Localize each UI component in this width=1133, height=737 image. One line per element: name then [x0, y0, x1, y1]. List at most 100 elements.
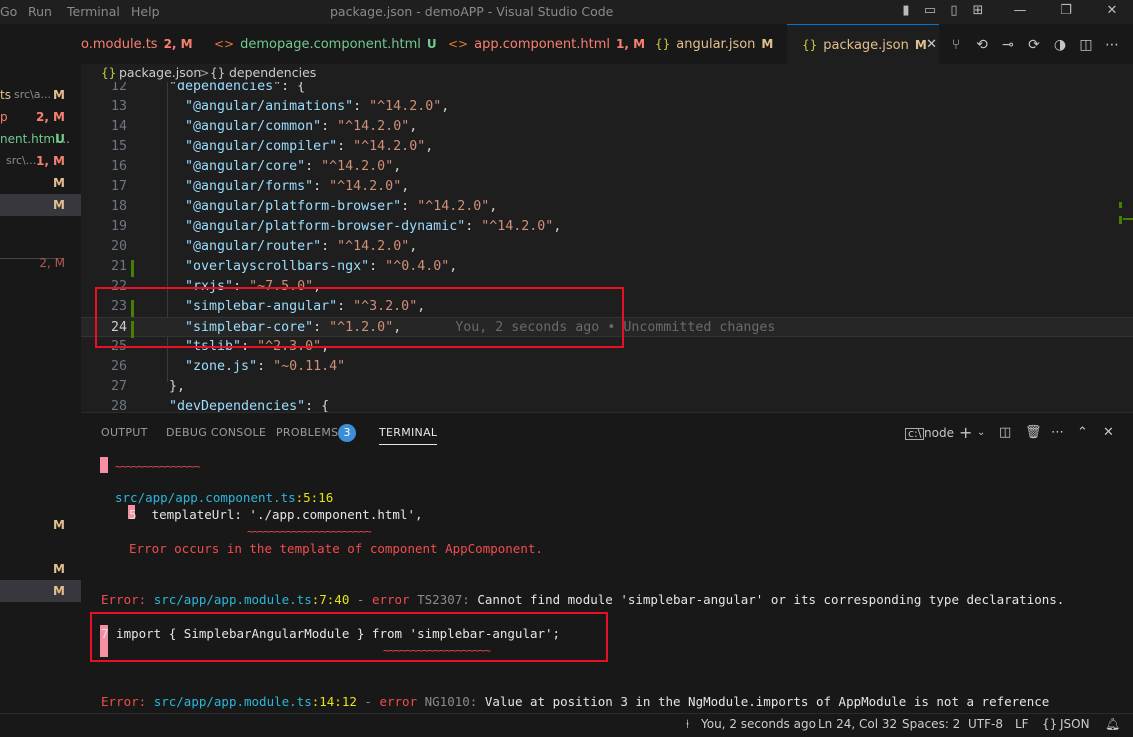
menu-terminal[interactable]: Terminal [67, 4, 120, 19]
sidebar-item[interactable]: ts src\a... M [0, 84, 81, 106]
line-number: 28 [110, 399, 127, 412]
toggle-secondary-sidebar-icon[interactable]: ▯ [946, 3, 962, 19]
code-line[interactable]: 12 "dependencies": { [81, 82, 1133, 97]
toggle-sidebar-icon[interactable]: ▮ [898, 3, 914, 19]
error-word: error [379, 694, 418, 709]
git-added-gutter[interactable] [131, 321, 134, 338]
code-line[interactable]: 21 "overlayscrollbars-ngx": "^0.4.0", [81, 257, 1133, 277]
sidebar-item[interactable]: p 2, M [0, 106, 81, 128]
line-number: 26 [110, 359, 127, 374]
notifications-bell-icon[interactable]: 🔔︎ [1105, 717, 1120, 731]
new-terminal-icon[interactable]: + [959, 424, 972, 442]
code-line[interactable]: 25 "tslib": "^2.3.0", [81, 337, 1133, 357]
split-editor-icon[interactable]: ◫ [1076, 36, 1096, 54]
code-line[interactable]: 17 "@angular/forms": "^14.2.0", [81, 177, 1133, 197]
sidebar-item[interactable]: 2, M [0, 252, 81, 274]
close-tab-icon[interactable]: ✕ [926, 25, 937, 65]
code-line[interactable]: 19 "@angular/platform-browser-dynamic": "… [81, 217, 1133, 237]
code-line[interactable]: 20 "@angular/router": "^14.2.0", [81, 237, 1133, 257]
source-code: templateUrl: './app.component.html', [136, 507, 423, 522]
menu-help[interactable]: Help [131, 4, 160, 19]
sidebar-item-name: ts [0, 88, 11, 102]
json-punctuation: }, [169, 379, 186, 394]
status-indentation[interactable]: Spaces: 2 [902, 717, 960, 731]
git-added-gutter[interactable] [131, 300, 134, 317]
timeline-icon[interactable]: ⊸ [998, 36, 1018, 54]
code-line[interactable]: 28 "devDependencies": { [81, 397, 1133, 412]
code-content: "simplebar-angular": "^3.2.0", [185, 299, 426, 314]
code-line[interactable]: 15 "@angular/compiler": "^14.2.0", [81, 137, 1133, 157]
code-line[interactable]: 18 "@angular/platform-browser": "^14.2.0"… [81, 197, 1133, 217]
terminal-line: ~~~~~~~~~~~~~~~~~~~~~~ [247, 522, 1133, 540]
sidebar-item-badge: M [53, 198, 65, 212]
menu-go[interactable]: Go [0, 4, 17, 19]
status-cursor-position[interactable]: Ln 24, Col 32 [818, 717, 897, 731]
open-changes-icon[interactable]: ◑ [1050, 36, 1070, 54]
terminal-shell-name[interactable]: node [924, 424, 954, 442]
tab-demopage-component[interactable]: <> demopage.component.html U [214, 24, 437, 64]
code-line[interactable]: 13 "@angular/animations": "^14.2.0", [81, 97, 1133, 117]
maximize-panel-icon[interactable]: ⌃ [1077, 424, 1088, 442]
tab-badge: 1, M [616, 37, 646, 51]
tab-package-json[interactable]: {} package.json M ✕ [787, 24, 939, 64]
sidebar-item[interactable]: M [0, 514, 81, 536]
code-line[interactable]: 26 "zone.js": "~0.11.4" [81, 357, 1133, 377]
code-line[interactable]: 27}, [81, 377, 1133, 397]
code-line[interactable]: 22 "rxjs": "~7.5.0", [81, 277, 1133, 297]
go-forward-icon[interactable]: ⟳ [1024, 36, 1044, 54]
sidebar-item[interactable]: src\... 1, M [0, 150, 81, 172]
sidebar-item-selected[interactable]: M [0, 580, 81, 602]
error-location: src/app/app.module.ts [153, 694, 312, 709]
error-position: :5:16 [295, 490, 334, 505]
status-language[interactable]: JSON [1060, 717, 1090, 731]
more-icon[interactable]: ⋯ [1051, 424, 1064, 442]
breadcrumb-symbol[interactable]: dependencies [229, 64, 316, 82]
tab-angular-json[interactable]: {} angular.json M [655, 24, 785, 64]
error-message: Cannot find module 'simplebar-angular' o… [469, 592, 1065, 607]
breadcrumb-file[interactable]: package.json [119, 64, 201, 82]
error-squiggle: ~~~~~~~~~~~~~~~~~~~~~~ [247, 525, 372, 538]
git-added-gutter[interactable] [131, 260, 134, 277]
close-panel-icon[interactable]: ✕ [1103, 424, 1114, 442]
error-message: Value at position 3 in the NgModule.impo… [477, 694, 1050, 709]
tab-app-component-html[interactable]: <> app.component.html 1, M [448, 24, 645, 64]
split-terminal-icon[interactable]: ◫ [999, 424, 1011, 442]
json-key: @angular/forms [193, 179, 306, 194]
terminal-marker [100, 457, 108, 473]
trash-icon[interactable]: 🗑 [1025, 424, 1042, 442]
inline-blame: You, 2 seconds ago • Uncommitted changes [455, 320, 776, 335]
sidebar-item[interactable]: M [0, 558, 81, 580]
sidebar-item[interactable]: nent.html... U [0, 128, 81, 150]
toggle-panel-icon[interactable]: ▭ [922, 3, 938, 19]
minimize-icon[interactable]: — [1012, 3, 1028, 19]
json-value: ^0.4.0 [393, 259, 442, 274]
restore-icon[interactable]: ❐ [1058, 3, 1074, 19]
code-line[interactable]: 14 "@angular/common": "^14.2.0", [81, 117, 1133, 137]
code-line[interactable]: 23 "simplebar-angular": "^3.2.0", [81, 297, 1133, 317]
json-value: ^14.2.0 [345, 119, 402, 134]
terminal-line: Error: src/app/app.module.ts:14:12 - err… [101, 693, 1133, 711]
tab-problems[interactable]: PROBLEMS [276, 426, 338, 439]
source-control-icon[interactable]: ⑂ [946, 36, 966, 54]
tab-debug-console[interactable]: DEBUG CONSOLE [166, 426, 266, 439]
code-line[interactable]: 16 "@angular/core": "^14.2.0", [81, 157, 1133, 177]
code-line[interactable]: 24 "simplebar-core": "^1.2.0", You, 2 seco… [81, 317, 1133, 338]
code-editor[interactable]: 12 "dependencies": {13 "@angular/animation… [81, 82, 1133, 412]
tab-output[interactable]: OUTPUT [101, 426, 148, 439]
customize-layout-icon[interactable]: ⊞ [970, 3, 986, 19]
json-value: ^14.2.0 [425, 199, 482, 214]
status-eol[interactable]: LF [1015, 717, 1029, 731]
tab-terminal[interactable]: TERMINAL [379, 426, 438, 445]
problems-count-badge: 3 [338, 424, 356, 442]
status-blame[interactable]: You, 2 seconds ago [701, 717, 816, 731]
tab-app-module[interactable]: o.module.ts 2, M [81, 24, 197, 64]
close-window-icon[interactable]: ✕ [1104, 3, 1120, 19]
sidebar-item-selected[interactable]: M [0, 194, 81, 216]
more-actions-icon[interactable]: ⋯ [1102, 36, 1122, 54]
status-encoding[interactable]: UTF-8 [968, 717, 1003, 731]
go-back-icon[interactable]: ⟲ [972, 36, 992, 54]
chevron-down-icon[interactable]: ⌄ [977, 424, 985, 442]
sidebar-item[interactable]: M [0, 172, 81, 194]
json-value: ^3.2.0 [361, 299, 410, 314]
menu-run[interactable]: Run [28, 4, 52, 19]
